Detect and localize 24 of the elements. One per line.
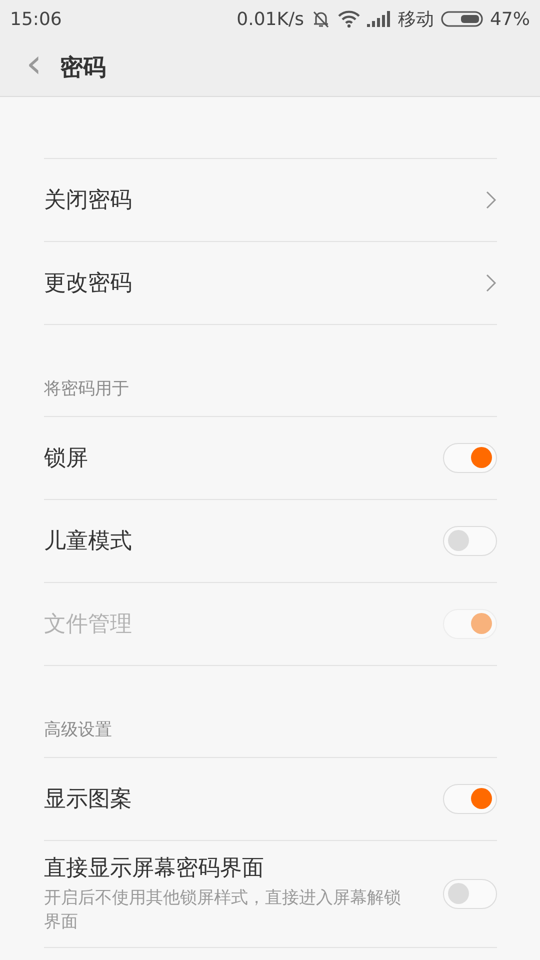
network-speed: 0.01K/s (236, 8, 304, 30)
setting-label[interactable]: 关闭密码 (44, 185, 132, 215)
setting-label[interactable]: 显示图案 (44, 784, 132, 814)
signal-icon (366, 11, 391, 27)
setting-label[interactable]: 直接显示屏幕密码界面 (44, 853, 414, 884)
clock: 15:06 (10, 8, 62, 30)
wifi-icon (338, 10, 360, 28)
toggle-switch[interactable] (443, 443, 497, 473)
carrier-name: 移动 (398, 8, 434, 31)
chevron-right-icon[interactable] (485, 273, 497, 293)
chevron-right-icon[interactable] (485, 190, 497, 210)
toggle-switch[interactable] (443, 784, 497, 814)
section-header: 高级设置 (44, 666, 497, 758)
setting-label[interactable]: 儿童模式 (44, 526, 132, 556)
toggle-switch[interactable] (443, 526, 497, 556)
setting-description: 开启后不使用其他锁屏样式，直接进入屏幕解锁界面 (44, 887, 402, 934)
battery-percent: 47% (490, 8, 530, 30)
page-title: 密码 (60, 54, 106, 82)
toggle-switch[interactable] (443, 879, 497, 909)
setting-label[interactable]: 更改密码 (44, 268, 132, 298)
setting-label[interactable]: 锁屏 (44, 443, 88, 473)
battery-icon (440, 11, 483, 27)
muted-bell-icon (310, 9, 331, 29)
section-header: 将密码用于 (44, 325, 497, 417)
